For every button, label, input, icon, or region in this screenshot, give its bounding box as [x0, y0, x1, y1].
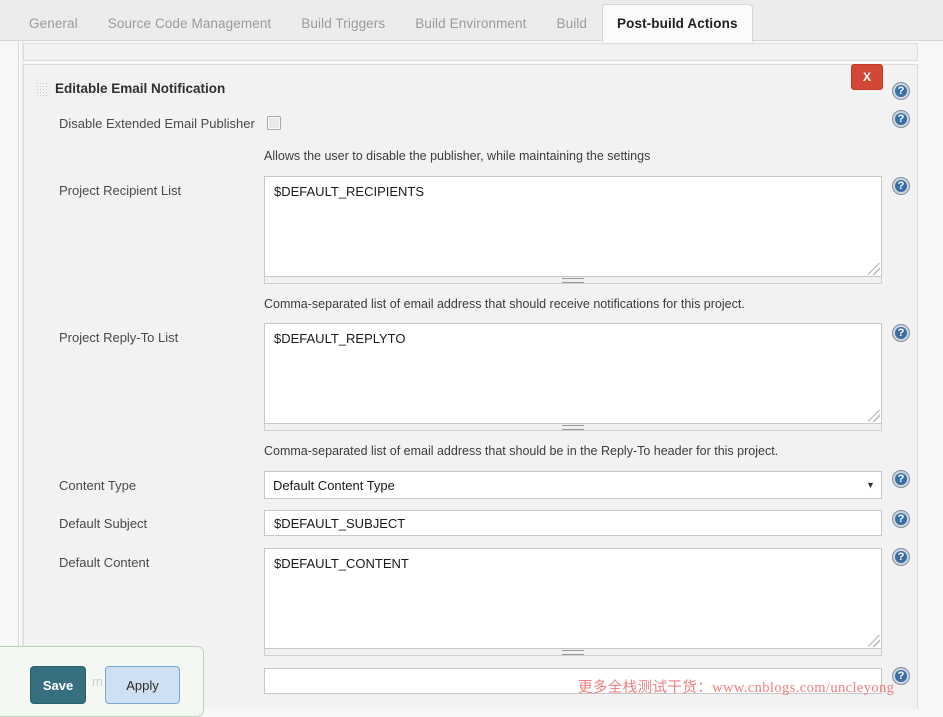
tab-bar: General Source Code Management Build Tri…: [0, 0, 943, 42]
description-project-recipient-list: Comma-separated list of email address th…: [264, 297, 745, 311]
textarea-resize-bar-reply-to[interactable]: [264, 424, 882, 431]
page-title: Editable Email Notification: [55, 81, 226, 96]
tab-build-triggers[interactable]: Build Triggers: [286, 4, 400, 41]
tab-source-code-management[interactable]: Source Code Management: [93, 4, 287, 41]
help-icon-trailing-field[interactable]: ?: [893, 668, 909, 684]
label-project-reply-to-list: Project Reply-To List: [59, 330, 179, 345]
help-icon-panel[interactable]: ?: [893, 83, 909, 99]
default-subject-input[interactable]: [264, 510, 882, 536]
trailing-text-input[interactable]: [264, 668, 882, 694]
project-reply-to-list-wrap: [264, 323, 882, 431]
help-icon-content-type[interactable]: ?: [893, 471, 909, 487]
default-content-textarea[interactable]: [264, 548, 882, 649]
left-gutter-divider: [18, 41, 19, 709]
default-content-wrap: [264, 548, 882, 656]
tab-build-environment[interactable]: Build Environment: [400, 4, 541, 41]
label-project-recipient-list: Project Recipient List: [59, 183, 182, 198]
help-icon-default-content[interactable]: ?: [893, 549, 909, 565]
label-default-subject: Default Subject: [59, 516, 148, 531]
drag-handle-icon[interactable]: [36, 82, 47, 97]
tab-post-build-actions[interactable]: Post-build Actions: [602, 4, 753, 42]
form-section-strip: [23, 43, 918, 61]
help-icon-project-reply-to-list[interactable]: ?: [893, 325, 909, 341]
tab-general[interactable]: General: [14, 4, 93, 41]
help-icon-disable-publisher[interactable]: ?: [893, 111, 909, 127]
help-icon-project-recipient-list[interactable]: ?: [893, 178, 909, 194]
savebar-ghost-text: m: [92, 674, 103, 689]
description-disable-publisher: Allows the user to disable the publisher…: [264, 149, 651, 163]
content-type-select[interactable]: [264, 471, 882, 499]
tab-strip: General Source Code Management Build Tri…: [0, 4, 753, 42]
apply-button[interactable]: Apply: [105, 666, 180, 704]
help-icon-default-subject[interactable]: ?: [893, 511, 909, 527]
disable-extended-email-publisher-checkbox[interactable]: [267, 116, 281, 130]
textarea-resize-bar-default-content[interactable]: [264, 649, 882, 656]
project-reply-to-list-textarea[interactable]: [264, 323, 882, 424]
save-button[interactable]: Save: [30, 666, 86, 704]
tab-build[interactable]: Build: [542, 4, 603, 41]
project-recipient-list-textarea[interactable]: [264, 176, 882, 277]
project-recipient-list-wrap: [264, 176, 882, 284]
label-content-type: Content Type: [59, 478, 137, 493]
label-disable-extended-email-publisher: Disable Extended Email Publisher: [59, 116, 255, 131]
description-project-reply-to-list: Comma-separated list of email address th…: [264, 444, 779, 458]
delete-post-build-action-button[interactable]: X: [851, 64, 883, 90]
textarea-resize-bar-recipient[interactable]: [264, 277, 882, 284]
label-default-content: Default Content: [59, 555, 150, 570]
